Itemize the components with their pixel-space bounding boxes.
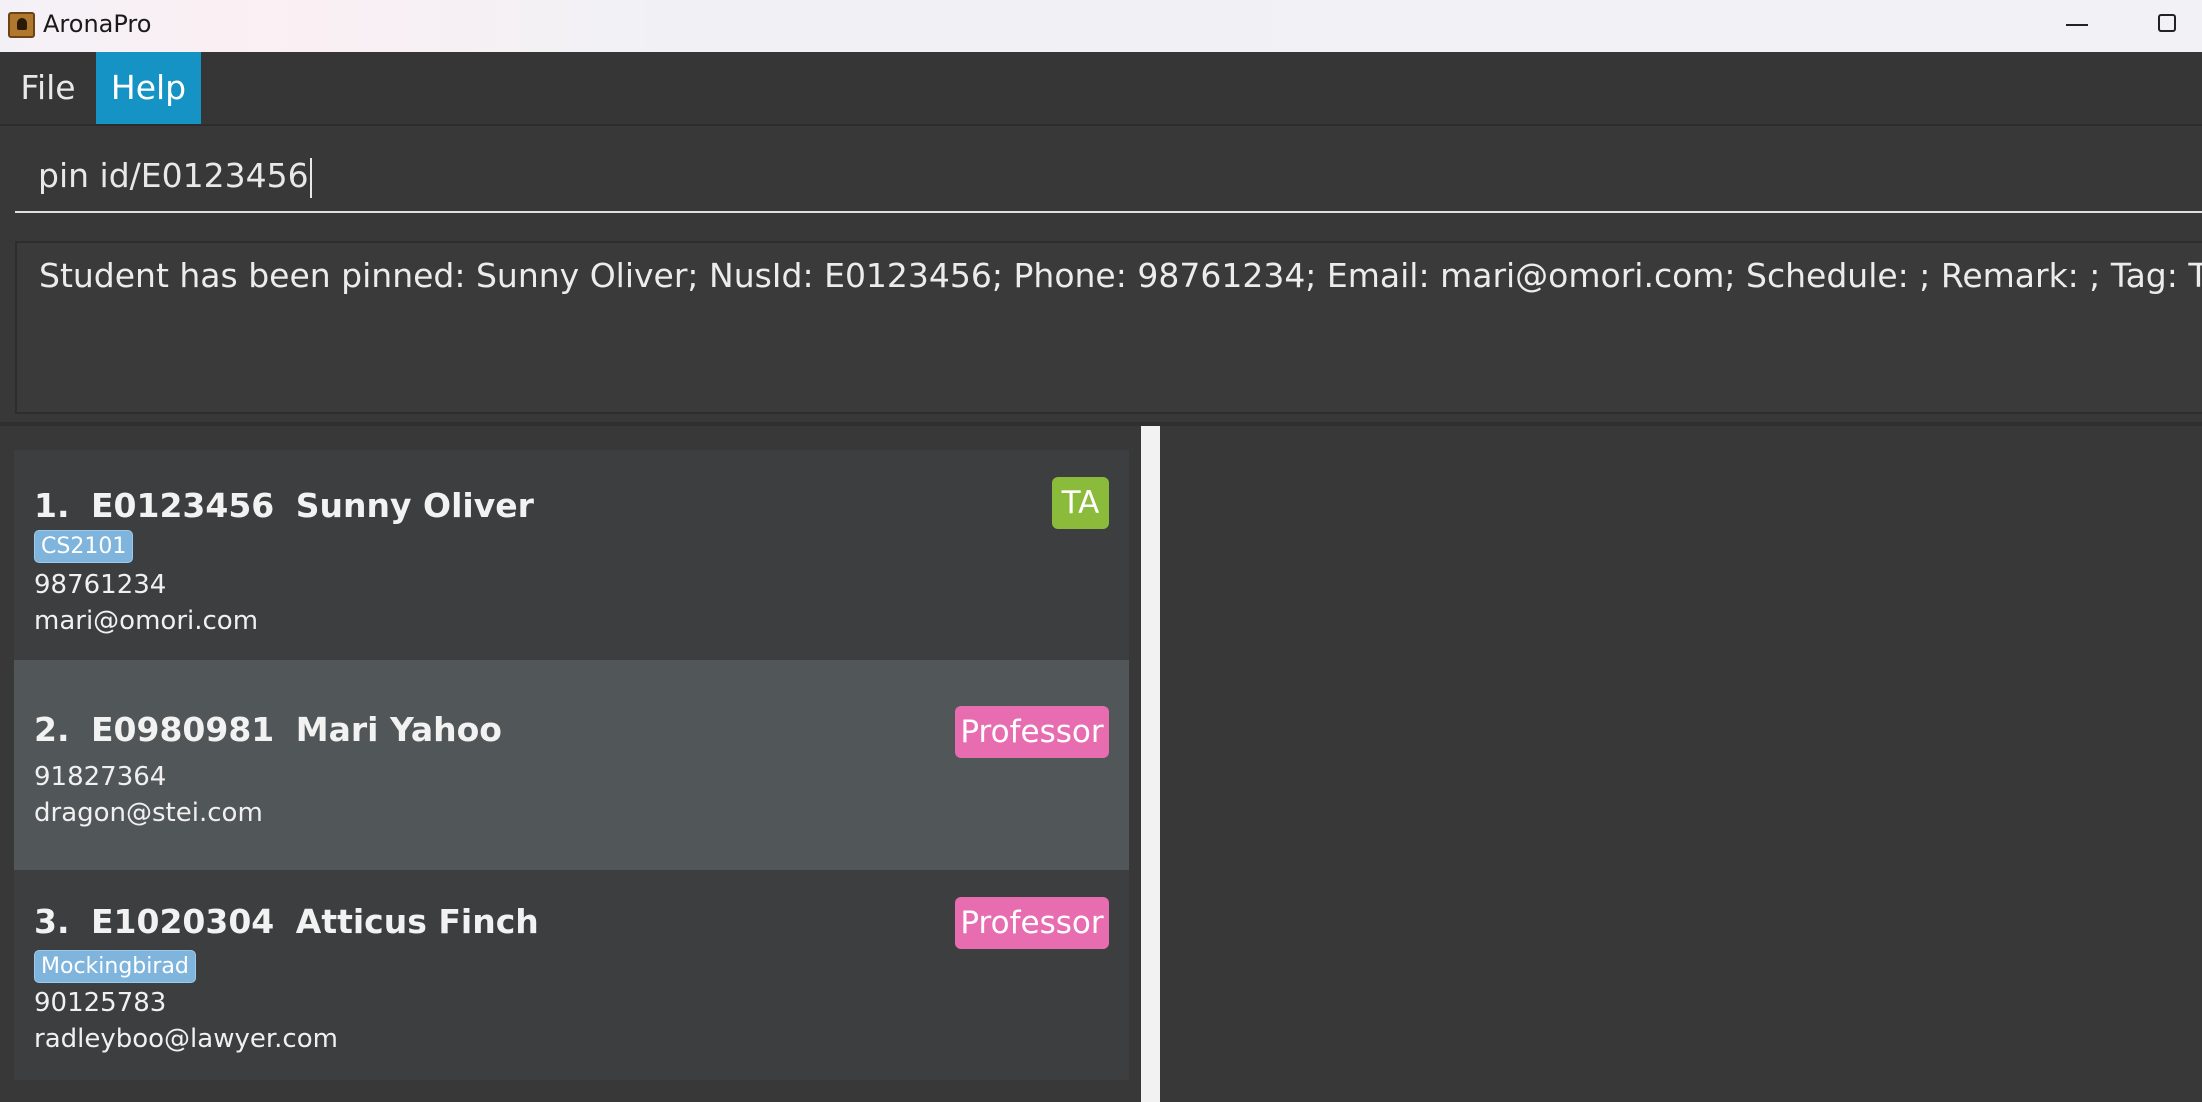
- card-header: 3. E1020304 Atticus Finch: [34, 902, 549, 941]
- list-item[interactable]: 2. E0980981 Mari Yahoo 91827364 dragon@s…: [14, 660, 1129, 870]
- card-index: 3.: [34, 902, 70, 941]
- card-email: radleyboo@lawyer.com: [34, 1024, 338, 1054]
- title-bar: AronaPro: [0, 0, 2202, 52]
- command-text: pin id/E0123456: [38, 156, 309, 195]
- minimize-icon[interactable]: [2066, 24, 2088, 26]
- menu-file[interactable]: File: [0, 52, 96, 124]
- card-name: Atticus Finch: [295, 902, 539, 941]
- list-item[interactable]: 1. E0123456 Sunny Oliver CS2101 98761234…: [14, 450, 1129, 660]
- tag-badge: Professor: [955, 706, 1109, 758]
- card-email: mari@omori.com: [34, 606, 259, 636]
- maximize-icon[interactable]: [2158, 14, 2176, 32]
- result-display: Student has been pinned: Sunny Oliver; N…: [15, 241, 2202, 414]
- tag-badge: Professor: [955, 897, 1109, 949]
- card-header: 2. E0980981 Mari Yahoo: [34, 710, 512, 749]
- card-email: dragon@stei.com: [34, 798, 263, 828]
- card-id: E1020304: [91, 902, 275, 941]
- card-name: Sunny Oliver: [295, 486, 534, 525]
- result-text: Student has been pinned: Sunny Oliver; N…: [39, 256, 2202, 295]
- card-name: Mari Yahoo: [295, 710, 502, 749]
- menu-bar: File Help: [0, 52, 2202, 126]
- list-item[interactable]: 3. E1020304 Atticus Finch Mockingbirad 9…: [14, 870, 1129, 1080]
- app-icon: [8, 12, 35, 38]
- text-caret: [309, 157, 312, 198]
- card-phone: 91827364: [34, 762, 167, 792]
- card-id: E0980981: [91, 710, 275, 749]
- card-header: 1. E0123456 Sunny Oliver: [34, 486, 544, 525]
- tag-badge: TA: [1052, 477, 1109, 529]
- card-index: 2.: [34, 710, 70, 749]
- command-input[interactable]: pin id/E0123456: [15, 139, 2202, 213]
- detail-pane: [1160, 426, 2202, 1102]
- group-badge: CS2101: [34, 530, 134, 563]
- card-phone: 90125783: [34, 988, 167, 1018]
- card-phone: 98761234: [34, 570, 167, 600]
- window-title: AronaPro: [43, 10, 152, 38]
- card-index: 1.: [34, 486, 70, 525]
- list-scrollbar[interactable]: [1141, 426, 1160, 1102]
- card-id: E0123456: [91, 486, 275, 525]
- menu-help[interactable]: Help: [96, 52, 201, 124]
- group-badge: Mockingbirad: [34, 950, 196, 983]
